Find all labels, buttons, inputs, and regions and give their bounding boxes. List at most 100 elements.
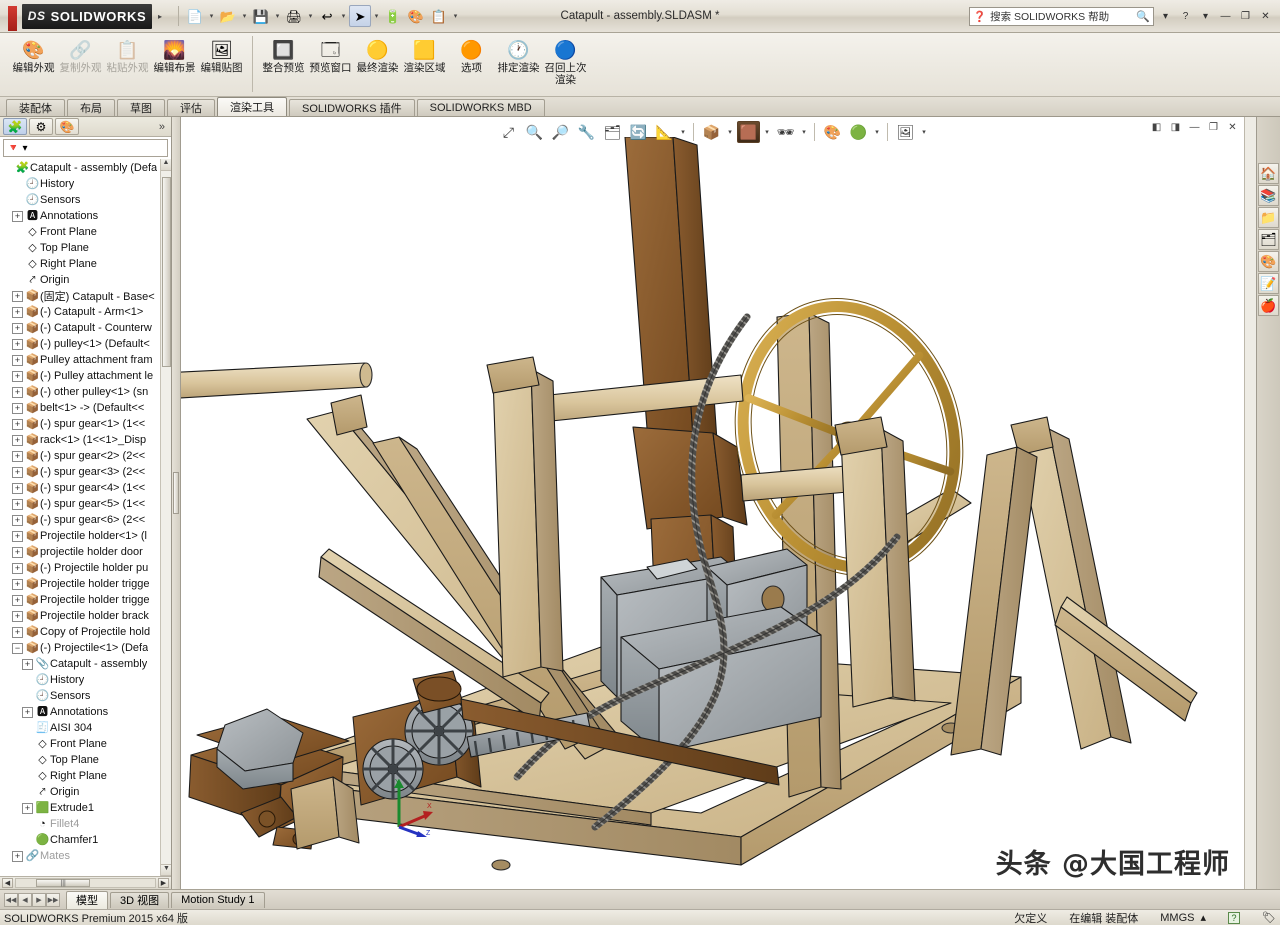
tree-expander-icon[interactable]: + (12, 546, 23, 558)
print-caret-icon[interactable]: ▾ (306, 12, 315, 20)
tree-expander-icon[interactable]: + (12, 498, 23, 510)
display-pane-icon[interactable]: 🖼 (894, 121, 917, 143)
integrated-preview-button[interactable]: 🔲 整合预览 (260, 36, 307, 75)
tree-item[interactable]: + 📦 Copy of Projectile hold (0, 624, 171, 640)
tree-expander-icon[interactable]: + (22, 706, 33, 718)
undo-icon[interactable]: ↩ (316, 5, 338, 27)
tree-item[interactable]: + 📦 (-) Catapult - Arm<1> (0, 304, 171, 320)
tree-item[interactable]: − 📦 (-) Projectile<1> (Defa (0, 640, 171, 656)
copy-appearance-button[interactable]: 🔗 复制外观 (57, 36, 104, 75)
tag-icon[interactable]: 🏷 (1262, 911, 1276, 924)
tree-item[interactable]: 🟢 Chamfer1 (0, 832, 171, 848)
close-doc-icon[interactable]: ✕ (1225, 120, 1240, 134)
tree-expander-icon[interactable]: + (12, 466, 23, 478)
tree-expander-icon[interactable]: + (12, 418, 23, 430)
tree-expander-icon[interactable]: + (12, 290, 23, 302)
appearance-callout-icon[interactable]: 🟢 (847, 121, 870, 143)
paste-appearance-button[interactable]: 📋 粘贴外观 (104, 36, 151, 75)
tree-hscroll-track[interactable]: ||| (15, 878, 156, 888)
tree-item[interactable]: + 📦 (-) spur gear<2> (2<< (0, 448, 171, 464)
tree-item[interactable]: 🕘 Sensors (0, 192, 171, 208)
render-region-button[interactable]: 🟨 渲染区域 (401, 36, 448, 75)
tab-solidworks-addins[interactable]: SOLIDWORKS 插件 (289, 99, 415, 116)
tree-expander-icon[interactable]: + (12, 386, 23, 398)
undo-caret-icon[interactable]: ▾ (339, 12, 348, 20)
tree-expander-icon[interactable]: + (12, 370, 23, 382)
tree-item[interactable]: + 📦 rack<1> (1<<1>_Disp (0, 432, 171, 448)
new-document-icon[interactable]: 📄 (184, 5, 206, 27)
sw-resources-icon[interactable]: 🏠 (1258, 163, 1279, 184)
logo-caret-icon[interactable]: ▸ (158, 12, 162, 21)
tree-item[interactable]: + 📦 Projectile holder trigge (0, 576, 171, 592)
rotate-view-icon[interactable]: 🔄 (627, 121, 650, 143)
tree-item[interactable]: 🕘 Sensors (0, 688, 171, 704)
panel-splitter[interactable] (172, 117, 181, 889)
tree-item[interactable]: + 📦 (-) spur gear<3> (2<< (0, 464, 171, 480)
tree-item[interactable]: + 📦 (-) spur gear<5> (1<< (0, 496, 171, 512)
units-label[interactable]: MMGS (1160, 912, 1194, 924)
tree-item[interactable]: + 📦 belt<1> -> (Default<< (0, 400, 171, 416)
tab-evaluate[interactable]: 评估 (167, 99, 215, 116)
tree-expander-icon[interactable]: − (12, 642, 23, 654)
zoom-in-out-icon[interactable]: 🔎 (549, 121, 572, 143)
tree-item[interactable]: + 📦 (-) other pulley<1> (sn (0, 384, 171, 400)
tree-expander-icon[interactable]: + (12, 514, 23, 526)
help-search-input[interactable]: ❓ 搜索 SOLIDWORKS 帮助 🔍 (969, 6, 1154, 26)
tab-assembly[interactable]: 装配体 (6, 99, 65, 116)
tree-item[interactable]: ◇ Front Plane (0, 736, 171, 752)
units-caret-icon[interactable]: ▴ (1201, 911, 1207, 924)
search-dropdown-caret-icon[interactable]: ▾ (1157, 9, 1174, 24)
tree-item[interactable]: + 📎 Catapult - assembly (0, 656, 171, 672)
save-document-caret-icon[interactable]: ▾ (273, 12, 282, 20)
tree-item[interactable]: + 📦 (-) spur gear<6> (2<< (0, 512, 171, 528)
tree-expander-icon[interactable]: + (22, 658, 33, 670)
tree-item[interactable]: ◇ Front Plane (0, 224, 171, 240)
tree-expander-icon[interactable]: + (22, 802, 33, 814)
tree-scroll-down-arrow[interactable]: ▼ (161, 864, 171, 876)
tree-item[interactable]: + 🔗 Mates (0, 848, 171, 864)
tree-expander-icon[interactable]: + (12, 562, 23, 574)
tree-expander-icon[interactable]: + (12, 578, 23, 590)
tree-expander-icon[interactable]: + (12, 450, 23, 462)
tree-item[interactable]: 🕘 History (0, 672, 171, 688)
appearance-callout-caret-icon[interactable]: ▾ (873, 128, 881, 136)
hide-show-items-icon[interactable]: 📦 (700, 121, 723, 143)
custom-properties-icon[interactable]: 📝 (1258, 273, 1279, 294)
catapult-assembly-model[interactable] (181, 137, 1244, 889)
open-document-caret-icon[interactable]: ▾ (240, 12, 249, 20)
appearances-scenes-icon[interactable]: 🎨 (1258, 251, 1279, 272)
tree-expander-icon[interactable]: + (12, 850, 23, 862)
preview-window-button[interactable]: 🗔 预览窗口 (307, 36, 354, 75)
help-button[interactable]: ? (1177, 9, 1194, 24)
tree-expander-icon[interactable]: + (12, 322, 23, 334)
design-library-icon[interactable]: 📚 (1258, 185, 1279, 206)
view-orientation-icon[interactable]: 🗂 (601, 121, 624, 143)
tree-item[interactable]: 🧾 AISI 304 (0, 720, 171, 736)
tree-item[interactable]: + 📦 (-) Catapult - Counterw (0, 320, 171, 336)
tree-item[interactable]: ◔ Fillet4 (0, 816, 171, 832)
tree-expander-icon[interactable]: + (12, 482, 23, 494)
tab-render-tools[interactable]: 渲染工具 (217, 97, 287, 116)
tree-item[interactable]: + 📦 projectile holder door (0, 544, 171, 560)
display-style-icon[interactable]: 📐 (653, 121, 676, 143)
tree-item[interactable]: ⤤ Origin (0, 272, 171, 288)
edit-decal-button[interactable]: 🖼 编辑贴图 (198, 36, 245, 75)
restore-left-icon[interactable]: ◧ (1149, 120, 1164, 134)
tree-item[interactable]: ⤤ Origin (0, 784, 171, 800)
file-explorer-icon[interactable]: 📁 (1258, 207, 1279, 228)
tab-layout[interactable]: 布局 (67, 99, 115, 116)
tree-filter-input[interactable]: 🔻 ▾ (3, 139, 168, 157)
new-document-caret-icon[interactable]: ▾ (207, 12, 216, 20)
print-icon[interactable]: 🖨 (283, 5, 305, 27)
tree-expander-icon[interactable]: + (12, 610, 23, 622)
bottom-tab-3d-views[interactable]: 3D 视图 (110, 891, 170, 908)
tree-scroll-thumb[interactable] (162, 177, 171, 367)
tab-solidworks-mbd[interactable]: SOLIDWORKS MBD (416, 99, 545, 116)
tree-item[interactable]: + 📦 (-) Projectile holder pu (0, 560, 171, 576)
measure-icon[interactable]: 🔋 (382, 5, 404, 27)
tree-horizontal-scrollbar[interactable]: ◀ ||| ▶ (0, 876, 171, 889)
display-style-caret-icon[interactable]: ▾ (679, 128, 687, 136)
feature-manager-tab-icon[interactable]: 🧩 (3, 118, 27, 135)
bottom-tab-motion-study[interactable]: Motion Study 1 (171, 891, 265, 908)
tree-vertical-scrollbar[interactable]: ▲ ▼ (160, 159, 171, 876)
